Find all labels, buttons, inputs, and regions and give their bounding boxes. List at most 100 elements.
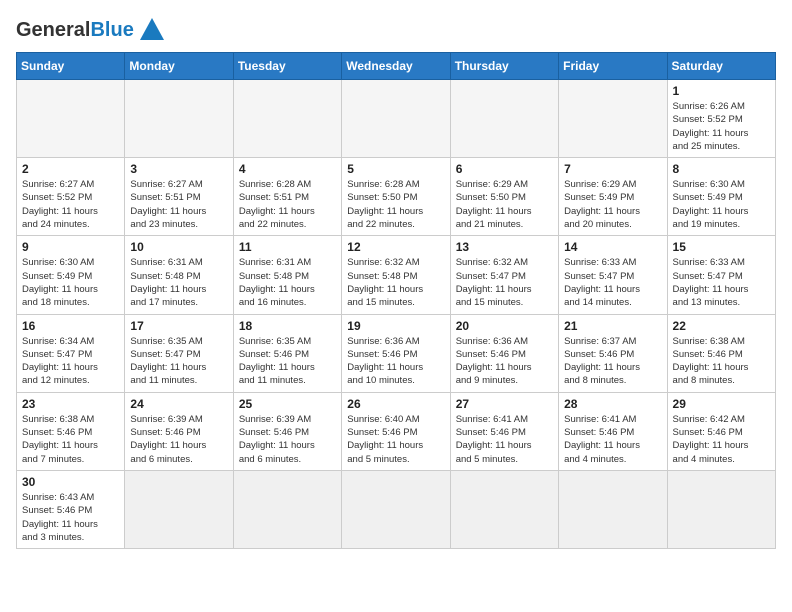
day-number: 9 [22, 240, 119, 254]
header: GeneralBlue [16, 16, 776, 44]
day-number: 24 [130, 397, 227, 411]
day-number: 22 [673, 319, 770, 333]
day-info: Sunrise: 6:33 AMSunset: 5:47 PMDaylight:… [673, 256, 770, 309]
calendar-cell: 29Sunrise: 6:42 AMSunset: 5:46 PMDayligh… [667, 392, 775, 470]
day-info: Sunrise: 6:30 AMSunset: 5:49 PMDaylight:… [673, 178, 770, 231]
calendar-cell: 27Sunrise: 6:41 AMSunset: 5:46 PMDayligh… [450, 392, 558, 470]
calendar-cell [342, 470, 450, 548]
day-number: 16 [22, 319, 119, 333]
calendar-cell: 3 Sunrise: 6:27 AMSunset: 5:51 PMDaylight… [125, 158, 233, 236]
calendar-cell: 12Sunrise: 6:32 AMSunset: 5:48 PMDayligh… [342, 236, 450, 314]
calendar-cell: 24 Sunrise: 6:39 AMSunset: 5:46 PMDayligh… [125, 392, 233, 470]
calendar-cell [17, 80, 125, 158]
calendar-cell: 1 Sunrise: 6:26 AMSunset: 5:52 PMDaylight… [667, 80, 775, 158]
day-info: Sunrise: 6:35 AMSunset: 5:47 PMDaylight:… [130, 335, 227, 388]
calendar-cell: 7 Sunrise: 6:29 AMSunset: 5:49 PMDaylight… [559, 158, 667, 236]
day-number: 18 [239, 319, 336, 333]
calendar-cell: 21Sunrise: 6:37 AMSunset: 5:46 PMDayligh… [559, 314, 667, 392]
day-info: Sunrise: 6:28 AMSunset: 5:51 PMDaylight:… [239, 178, 336, 231]
weekday-header-row: SundayMondayTuesdayWednesdayThursdayFrid… [17, 53, 776, 80]
day-info: Sunrise: 6:29 AMSunset: 5:49 PMDaylight:… [564, 178, 661, 231]
day-number: 19 [347, 319, 444, 333]
calendar-cell: 8 Sunrise: 6:30 AMSunset: 5:49 PMDaylight… [667, 158, 775, 236]
day-number: 30 [22, 475, 119, 489]
logo-text: GeneralBlue [16, 19, 134, 42]
calendar-cell: 15Sunrise: 6:33 AMSunset: 5:47 PMDayligh… [667, 236, 775, 314]
week-row-5: 23Sunrise: 6:38 AMSunset: 5:46 PMDayligh… [17, 392, 776, 470]
calendar-cell [559, 470, 667, 548]
calendar-cell: 30 Sunrise: 6:43 AMSunset: 5:46 PMDayligh… [17, 470, 125, 548]
day-info: Sunrise: 6:30 AMSunset: 5:49 PMDaylight:… [22, 256, 119, 309]
day-info: Sunrise: 6:28 AMSunset: 5:50 PMDaylight:… [347, 178, 444, 231]
calendar-cell [559, 80, 667, 158]
day-info: Sunrise: 6:27 AMSunset: 5:52 PMDaylight:… [22, 178, 119, 231]
day-number: 8 [673, 162, 770, 176]
day-info: Sunrise: 6:36 AMSunset: 5:46 PMDaylight:… [456, 335, 553, 388]
calendar-cell: 16Sunrise: 6:34 AMSunset: 5:47 PMDayligh… [17, 314, 125, 392]
calendar-cell: 25 Sunrise: 6:39 AMSunset: 5:46 PMDayligh… [233, 392, 341, 470]
calendar-cell: 13 Sunrise: 6:32 AMSunset: 5:47 PMDayligh… [450, 236, 558, 314]
day-info: Sunrise: 6:38 AMSunset: 5:46 PMDaylight:… [22, 413, 119, 466]
weekday-header-sunday: Sunday [17, 53, 125, 80]
day-info: Sunrise: 6:32 AMSunset: 5:48 PMDaylight:… [347, 256, 444, 309]
calendar: SundayMondayTuesdayWednesdayThursdayFrid… [16, 52, 776, 549]
calendar-cell: 28 Sunrise: 6:41 AMSunset: 5:46 PMDayligh… [559, 392, 667, 470]
calendar-cell: 4 Sunrise: 6:28 AMSunset: 5:51 PMDaylight… [233, 158, 341, 236]
calendar-cell [233, 470, 341, 548]
calendar-cell: 26Sunrise: 6:40 AMSunset: 5:46 PMDayligh… [342, 392, 450, 470]
weekday-header-wednesday: Wednesday [342, 53, 450, 80]
calendar-cell: 10 Sunrise: 6:31 AMSunset: 5:48 PMDayligh… [125, 236, 233, 314]
logo-icon-svg [138, 16, 166, 44]
day-number: 14 [564, 240, 661, 254]
calendar-cell: 2 Sunrise: 6:27 AMSunset: 5:52 PMDaylight… [17, 158, 125, 236]
day-info: Sunrise: 6:31 AMSunset: 5:48 PMDaylight:… [239, 256, 336, 309]
day-info: Sunrise: 6:41 AMSunset: 5:46 PMDaylight:… [456, 413, 553, 466]
day-info: Sunrise: 6:36 AMSunset: 5:46 PMDaylight:… [347, 335, 444, 388]
day-number: 3 [130, 162, 227, 176]
weekday-header-thursday: Thursday [450, 53, 558, 80]
calendar-cell: 14Sunrise: 6:33 AMSunset: 5:47 PMDayligh… [559, 236, 667, 314]
logo: GeneralBlue [16, 16, 166, 44]
day-info: Sunrise: 6:27 AMSunset: 5:51 PMDaylight:… [130, 178, 227, 231]
day-info: Sunrise: 6:29 AMSunset: 5:50 PMDaylight:… [456, 178, 553, 231]
weekday-header-friday: Friday [559, 53, 667, 80]
day-number: 2 [22, 162, 119, 176]
day-info: Sunrise: 6:41 AMSunset: 5:46 PMDaylight:… [564, 413, 661, 466]
day-number: 21 [564, 319, 661, 333]
weekday-header-saturday: Saturday [667, 53, 775, 80]
calendar-cell: 23Sunrise: 6:38 AMSunset: 5:46 PMDayligh… [17, 392, 125, 470]
day-number: 6 [456, 162, 553, 176]
calendar-cell [342, 80, 450, 158]
calendar-cell: 11 Sunrise: 6:31 AMSunset: 5:48 PMDayligh… [233, 236, 341, 314]
day-number: 10 [130, 240, 227, 254]
day-number: 13 [456, 240, 553, 254]
day-info: Sunrise: 6:26 AMSunset: 5:52 PMDaylight:… [673, 100, 770, 153]
calendar-cell: 18 Sunrise: 6:35 AMSunset: 5:46 PMDayligh… [233, 314, 341, 392]
day-info: Sunrise: 6:31 AMSunset: 5:48 PMDaylight:… [130, 256, 227, 309]
calendar-cell [233, 80, 341, 158]
calendar-cell: 9 Sunrise: 6:30 AMSunset: 5:49 PMDaylight… [17, 236, 125, 314]
day-info: Sunrise: 6:32 AMSunset: 5:47 PMDaylight:… [456, 256, 553, 309]
week-row-4: 16Sunrise: 6:34 AMSunset: 5:47 PMDayligh… [17, 314, 776, 392]
day-number: 20 [456, 319, 553, 333]
calendar-cell [450, 80, 558, 158]
day-info: Sunrise: 6:35 AMSunset: 5:46 PMDaylight:… [239, 335, 336, 388]
weekday-header-tuesday: Tuesday [233, 53, 341, 80]
week-row-3: 9 Sunrise: 6:30 AMSunset: 5:49 PMDaylight… [17, 236, 776, 314]
day-number: 1 [673, 84, 770, 98]
day-info: Sunrise: 6:43 AMSunset: 5:46 PMDaylight:… [22, 491, 119, 544]
calendar-cell: 22Sunrise: 6:38 AMSunset: 5:46 PMDayligh… [667, 314, 775, 392]
day-number: 28 [564, 397, 661, 411]
week-row-6: 30 Sunrise: 6:43 AMSunset: 5:46 PMDayligh… [17, 470, 776, 548]
calendar-cell: 19 Sunrise: 6:36 AMSunset: 5:46 PMDayligh… [342, 314, 450, 392]
day-info: Sunrise: 6:39 AMSunset: 5:46 PMDaylight:… [239, 413, 336, 466]
calendar-cell [125, 470, 233, 548]
day-number: 11 [239, 240, 336, 254]
day-number: 26 [347, 397, 444, 411]
day-number: 4 [239, 162, 336, 176]
week-row-2: 2 Sunrise: 6:27 AMSunset: 5:52 PMDaylight… [17, 158, 776, 236]
day-info: Sunrise: 6:39 AMSunset: 5:46 PMDaylight:… [130, 413, 227, 466]
day-number: 7 [564, 162, 661, 176]
day-number: 17 [130, 319, 227, 333]
day-number: 25 [239, 397, 336, 411]
